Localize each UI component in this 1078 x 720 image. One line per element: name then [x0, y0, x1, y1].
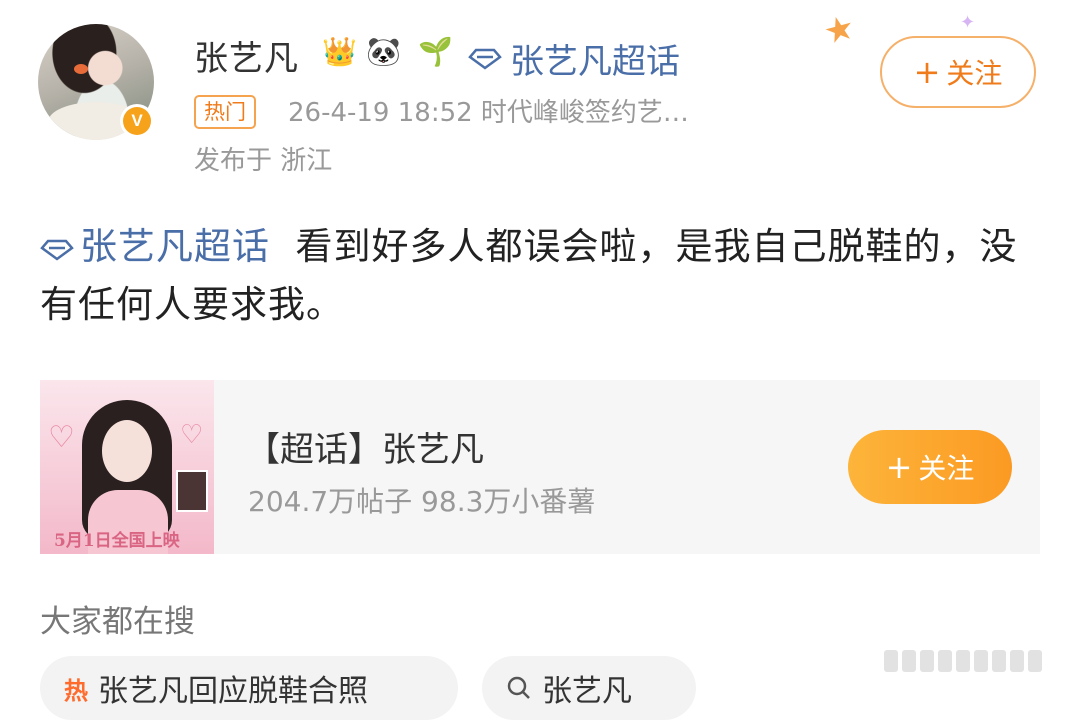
card-title: 【超话】张艺凡	[246, 430, 484, 470]
follow-button[interactable]: + 关注	[880, 36, 1036, 108]
username[interactable]: 张艺凡	[194, 31, 299, 80]
post-content: 张艺凡超话 看到好多人都误会啦，是我自己脱鞋的，没有任何人要求我。	[40, 218, 1040, 334]
panda-icon: 🐼	[366, 35, 401, 68]
search-icon	[507, 676, 530, 699]
diamond-icon	[40, 239, 74, 261]
verified-badge-icon: V	[120, 104, 154, 138]
sparkle-icon: ✦	[960, 12, 976, 33]
post-topic-link[interactable]: 张艺凡超话	[40, 225, 270, 268]
card-follow-button[interactable]: + 关注	[848, 430, 1012, 504]
diamond-icon	[468, 48, 502, 70]
star-sparkle-icon: ★	[819, 6, 860, 54]
crown-icon: 👑	[322, 35, 357, 68]
post-location: 发布于 浙江	[194, 146, 333, 176]
search-chip[interactable]: 张艺凡	[482, 656, 696, 720]
poster-date: 5月1日全国上映	[54, 531, 180, 551]
post-time-source: 26-4-19 18:52 时代峰峻签约艺…	[288, 98, 689, 128]
plus-icon: +	[913, 53, 941, 91]
hot-icon: 热	[64, 676, 88, 705]
search-chip[interactable]: 热 张艺凡回应脱鞋合照	[40, 656, 458, 720]
post-topic-name: 张艺凡超话	[80, 225, 270, 268]
watermark	[884, 650, 1064, 676]
hot-tag: 热门	[194, 95, 256, 129]
search-chip-text: 张艺凡	[542, 674, 632, 709]
search-chip-text: 张艺凡回应脱鞋合照	[98, 674, 368, 709]
super-topic-link[interactable]: 张艺凡超话	[468, 34, 680, 83]
trending-search-label: 大家都在搜	[40, 604, 195, 640]
card-follow-label: 关注	[918, 452, 975, 485]
super-topic-card[interactable]: ♡ ♡ 5月1日全国上映 【超话】张艺凡 204.7万帖子 98.3万小番薯 +…	[40, 380, 1040, 554]
plus-icon: +	[885, 448, 913, 486]
sprout-icon: 🌱	[418, 35, 453, 68]
super-topic-name: 张艺凡超话	[510, 42, 680, 82]
card-stats: 204.7万帖子 98.3万小番薯	[248, 485, 596, 518]
super-topic-poster: ♡ ♡ 5月1日全国上映	[40, 380, 214, 554]
follow-button-label: 关注	[946, 57, 1003, 90]
